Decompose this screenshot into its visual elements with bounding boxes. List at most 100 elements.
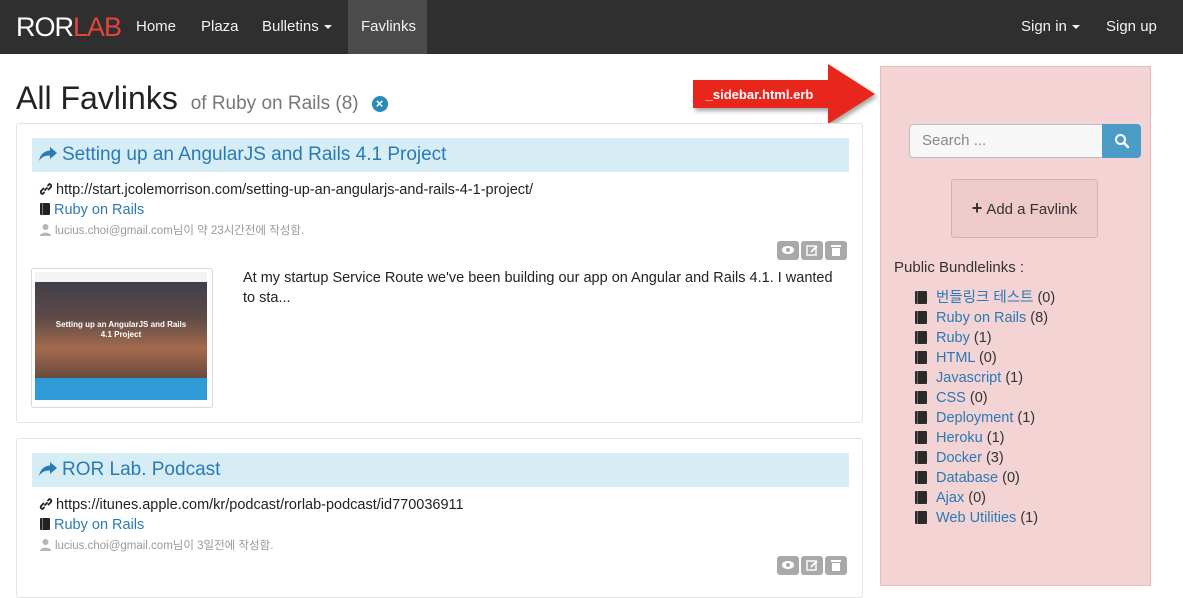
brand-logo-ror: ROR <box>16 12 74 42</box>
eye-icon <box>782 246 794 254</box>
bundlelink-link[interactable]: 번들링크 테스트 <box>936 290 1033 306</box>
bundlelink-count: (1) <box>1020 510 1039 526</box>
edit-button[interactable] <box>801 556 823 575</box>
bundlelink-item: Docker (3) <box>915 448 1055 468</box>
book-icon <box>915 351 927 364</box>
favlink-bundle-link[interactable]: Ruby on Rails <box>54 517 144 533</box>
favlink-actions <box>775 241 847 260</box>
bundlelink-link[interactable]: HTML <box>936 350 975 366</box>
clear-filter-icon[interactable]: × <box>371 96 388 112</box>
bundlelink-item: Web Utilities (1) <box>915 508 1055 528</box>
favlink-title-text: ROR Lab. Podcast <box>62 459 221 480</box>
favlink-author-row: lucius.choi@gmail.com님이 약 23시간전에 작성함. <box>39 221 304 241</box>
favlink-title[interactable]: ROR Lab. Podcast <box>32 453 849 487</box>
navbar: RORLAB Home Plaza Bulletins Favlinks Sig… <box>0 0 1183 54</box>
nav-plaza[interactable]: Plaza <box>188 0 252 54</box>
brand-logo[interactable]: RORLAB <box>16 12 122 42</box>
link-icon <box>39 498 53 510</box>
search-button[interactable] <box>1102 124 1141 158</box>
bundlelink-link[interactable]: Ruby <box>936 330 970 346</box>
bundlelink-count: (0) <box>969 390 988 406</box>
favlink-card: ROR Lab. Podcast https://itunes.apple.co… <box>16 438 863 598</box>
bundlelink-count: (0) <box>978 350 997 366</box>
edit-icon <box>805 245 818 256</box>
bundlelink-link[interactable]: Web Utilities <box>936 510 1016 526</box>
favlink-bundle-row: Ruby on Rails <box>39 200 144 220</box>
bundlelink-item: HTML (0) <box>915 348 1055 368</box>
share-icon <box>39 147 57 161</box>
bundlelink-link[interactable]: Docker <box>936 450 982 466</box>
delete-button[interactable] <box>825 556 847 575</box>
bundlelink-count: (0) <box>968 490 986 506</box>
favlink-summary: At my startup Service Route we've been b… <box>243 270 833 306</box>
bundlelink-item: Ajax (0) <box>915 488 1055 508</box>
nav-sign-in-label: Sign in <box>1021 18 1067 35</box>
nav-home[interactable]: Home <box>123 0 189 54</box>
bundlelink-link[interactable]: Heroku <box>936 430 983 446</box>
thumbnail-caption: Setting up an AngularJS and Rails 4.1 Pr… <box>55 320 187 339</box>
bundlelink-link[interactable]: CSS <box>936 390 966 406</box>
share-icon <box>39 462 57 476</box>
bundlelink-item: Database (0) <box>915 468 1055 488</box>
nav-sign-up[interactable]: Sign up <box>1093 0 1170 54</box>
page-title-text: All Favlinks <box>16 80 178 116</box>
page-subtitle: of Ruby on Rails (8) <box>190 93 359 114</box>
bundlelink-count: (0) <box>1002 470 1020 486</box>
bundlelink-item: Ruby (1) <box>915 328 1055 348</box>
user-icon <box>40 539 51 551</box>
plus-icon: + <box>971 198 983 218</box>
view-button[interactable] <box>777 556 799 575</box>
bundlelink-count: (1) <box>986 430 1005 446</box>
book-icon <box>915 291 927 304</box>
brand-logo-lab: LAB <box>73 12 122 42</box>
chevron-down-icon <box>323 25 332 30</box>
bundlelink-count: (1) <box>1017 410 1036 426</box>
nav-sign-in-dropdown[interactable]: Sign in <box>1008 0 1093 54</box>
nav-bulletins-label: Bulletins <box>262 18 319 35</box>
book-icon <box>915 371 927 384</box>
sidebar: Search ... + Add a Favlink Public Bundlel… <box>880 66 1151 586</box>
favlink-bundle-link[interactable]: Ruby on Rails <box>54 202 144 218</box>
user-icon <box>40 224 51 236</box>
favlink-url-row: http://start.jcolemorrison.com/setting-u… <box>39 180 533 200</box>
book-icon <box>915 331 927 344</box>
favlink-url[interactable]: http://start.jcolemorrison.com/setting-u… <box>56 182 533 198</box>
book-icon <box>915 471 927 484</box>
bundlelink-item: Javascript (1) <box>915 368 1055 388</box>
bundlelink-link[interactable]: Javascript <box>936 370 1001 386</box>
favlink-author: lucius.choi@gmail.com님이 약 23시간전에 작성함. <box>55 225 305 237</box>
bundlelink-link[interactable]: Deployment <box>936 410 1013 426</box>
nav-favlinks[interactable]: Favlinks <box>348 0 427 54</box>
bundlelink-item: 번들링크 테스트 (0) <box>915 288 1055 308</box>
add-favlink-label: Add a Favlink <box>986 201 1078 218</box>
book-icon <box>40 518 50 530</box>
favlink-thumbnail[interactable]: Setting up an AngularJS and Rails 4.1 Pr… <box>31 268 213 408</box>
view-button[interactable] <box>777 241 799 260</box>
edit-button[interactable] <box>801 241 823 260</box>
book-icon <box>915 431 927 444</box>
chevron-down-icon <box>1071 25 1080 30</box>
bundlelinks-list: 번들링크 테스트 (0) Ruby on Rails (8) Ruby (1) … <box>915 288 1055 528</box>
page-title: All Favlinks of Ruby on Rails (8) × <box>16 79 388 123</box>
nav-bulletins-dropdown[interactable]: Bulletins <box>249 0 345 54</box>
delete-button[interactable] <box>825 241 847 260</box>
bundlelink-link[interactable]: Ajax <box>936 490 964 506</box>
edit-icon <box>805 560 818 571</box>
add-favlink-button[interactable]: + Add a Favlink <box>951 179 1098 238</box>
favlink-url[interactable]: https://itunes.apple.com/kr/podcast/rorl… <box>56 497 464 513</box>
favlink-bundle-row: Ruby on Rails <box>39 515 144 535</box>
bundlelink-count: (1) <box>1005 370 1024 386</box>
thumbnail-image: Setting up an AngularJS and Rails 4.1 Pr… <box>35 272 207 400</box>
bundlelink-link[interactable]: Database <box>936 470 998 486</box>
favlink-card: Setting up an AngularJS and Rails 4.1 Pr… <box>16 123 863 423</box>
bundlelink-link[interactable]: Ruby on Rails <box>936 310 1026 326</box>
favlink-title[interactable]: Setting up an AngularJS and Rails 4.1 Pr… <box>32 138 849 172</box>
book-icon <box>40 203 50 215</box>
thumbnail-header <box>35 272 207 282</box>
search-input[interactable]: Search ... <box>909 124 1103 158</box>
book-icon <box>915 451 927 464</box>
favlink-author: lucius.choi@gmail.com님이 3일전에 작성함. <box>55 540 274 552</box>
bundlelink-count: (8) <box>1030 310 1049 326</box>
bundlelink-item: Ruby on Rails (8) <box>915 308 1055 328</box>
bundlelink-count: (0) <box>1037 290 1056 306</box>
